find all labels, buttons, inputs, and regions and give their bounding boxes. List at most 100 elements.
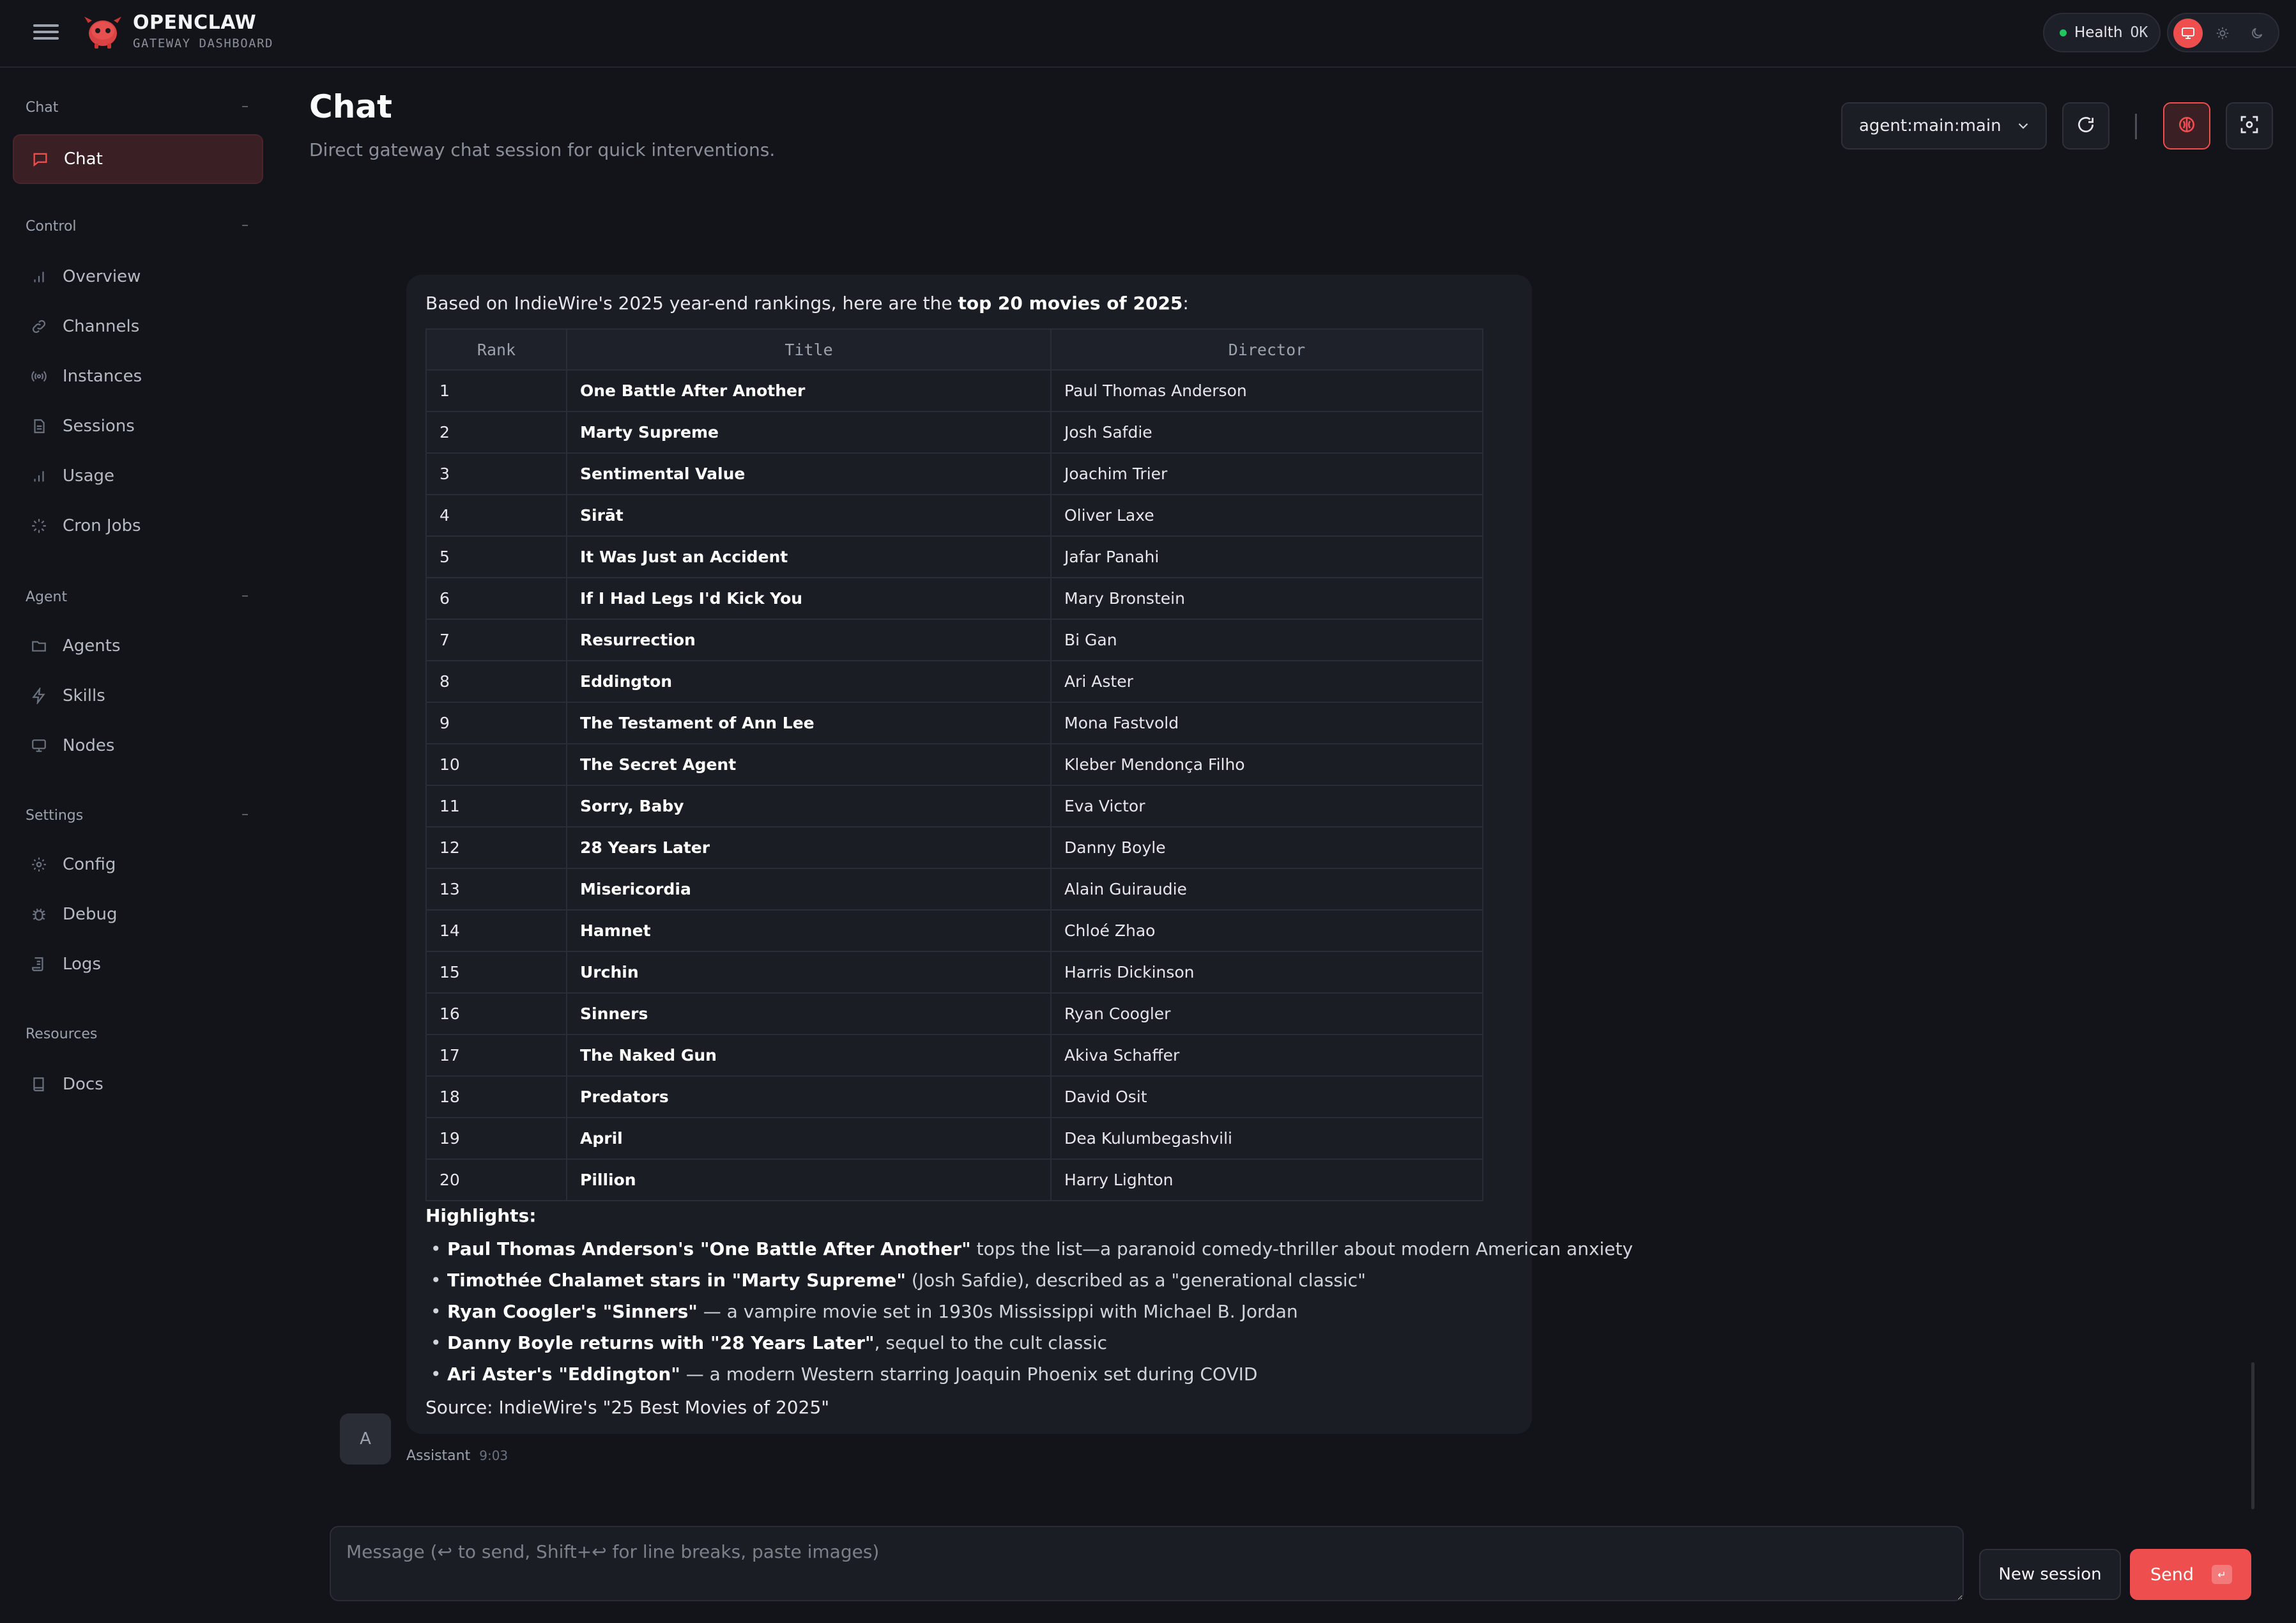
page-title: Chat — [309, 88, 392, 125]
sidebar-item-label: Nodes — [63, 736, 115, 755]
sidebar-item-config[interactable]: Config — [13, 840, 263, 889]
cell-director: Akiva Schaffer — [1050, 1034, 1483, 1077]
brain-toggle-button[interactable] — [2163, 102, 2210, 150]
cell-rank: 10 — [425, 743, 567, 786]
collapse-icon[interactable]: – — [241, 98, 249, 114]
top-bar: OPENCLAW GATEWAY DASHBOARD Health OK — [0, 0, 2296, 68]
sidebar-item-label: Docs — [63, 1075, 103, 1094]
sidebar-item-label: Instances — [63, 367, 142, 386]
table-row: 13 Misericordia Alain Guiraudie — [425, 868, 1483, 911]
section-title-agent: Agent — [26, 589, 68, 605]
cell-title: April — [566, 1117, 1052, 1160]
collapse-icon[interactable]: – — [241, 588, 249, 604]
openclaw-logo — [84, 17, 121, 49]
table-row: 18 Predators David Osit — [425, 1075, 1483, 1118]
sidebar-item-logs[interactable]: Logs — [13, 939, 263, 989]
sidebar-item-nodes[interactable]: Nodes — [13, 721, 263, 771]
section-title-resources: Resources — [26, 1026, 98, 1042]
cell-director: Ari Aster — [1050, 660, 1483, 703]
sun-icon[interactable] — [2208, 19, 2237, 48]
highlight-bold: Timothée Chalamet stars in "Marty Suprem… — [447, 1270, 907, 1291]
monitor-icon[interactable] — [2173, 19, 2203, 48]
cell-director: Harris Dickinson — [1050, 951, 1483, 994]
sender-name: Assistant — [406, 1448, 471, 1464]
cell-title: If I Had Legs I'd Kick You — [566, 577, 1052, 620]
cell-director: Mona Fastvold — [1050, 702, 1483, 744]
bolt-icon — [28, 685, 50, 707]
cell-director: Bi Gan — [1050, 619, 1483, 661]
sidebar-item-chat[interactable]: Chat — [13, 134, 263, 184]
message-meta: Assistant 9:03 — [406, 1448, 508, 1464]
cell-title: The Secret Agent — [566, 743, 1052, 786]
book-icon — [28, 1073, 50, 1095]
sidebar-item-agents[interactable]: Agents — [13, 621, 263, 671]
broadcast-icon — [28, 365, 50, 387]
sidebar-item-usage[interactable]: Usage — [13, 451, 263, 501]
table-header-row: Rank Title Director — [425, 328, 1483, 371]
cell-rank: 11 — [425, 785, 567, 827]
sidebar-item-sessions[interactable]: Sessions — [13, 401, 263, 451]
gear-icon — [28, 854, 50, 875]
health-dot-icon — [2060, 29, 2067, 36]
highlight-bold: Paul Thomas Anderson's "One Battle After… — [447, 1238, 971, 1259]
refresh-button[interactable] — [2062, 102, 2109, 150]
sidebar-item-debug[interactable]: Debug — [13, 889, 263, 939]
collapse-icon[interactable]: – — [241, 806, 249, 822]
new-session-button[interactable]: New session — [1979, 1549, 2121, 1600]
sidebar-item-docs[interactable]: Docs — [13, 1059, 263, 1109]
sidebar-item-label: Skills — [63, 686, 105, 705]
list-item: Danny Boyle returns with "28 Years Later… — [425, 1332, 1633, 1364]
table-row: 10 The Secret Agent Kleber Mendonça Filho — [425, 743, 1483, 786]
moon-icon[interactable] — [2242, 19, 2272, 48]
cell-rank: 9 — [425, 702, 567, 744]
sidebar-item-overview[interactable]: Overview — [13, 252, 263, 302]
sidebar-item-skills[interactable]: Skills — [13, 671, 263, 721]
table-row: 15 Urchin Harris Dickinson — [425, 951, 1483, 994]
sidebar-item-instances[interactable]: Instances — [13, 351, 263, 401]
sidebar-item-label: Logs — [63, 955, 101, 974]
cell-rank: 4 — [425, 494, 567, 537]
health-pill: Health OK — [2043, 13, 2161, 52]
focus-button[interactable] — [2226, 102, 2273, 150]
refresh-icon — [2076, 114, 2096, 137]
section-title-settings: Settings — [26, 808, 84, 824]
cell-title: 28 Years Later — [566, 826, 1052, 869]
scrollbar[interactable] — [2251, 1362, 2254, 1509]
session-select[interactable]: agent:main:main — [1841, 102, 2047, 150]
collapse-icon[interactable]: – — [241, 217, 249, 233]
send-button[interactable]: Send ↵ — [2130, 1549, 2251, 1600]
cell-title: The Naked Gun — [566, 1034, 1052, 1077]
scroll-icon — [28, 953, 50, 975]
cell-title: Sirāt — [566, 494, 1052, 537]
highlight-text: , sequel to the cult classic — [874, 1332, 1107, 1353]
message-input[interactable] — [330, 1526, 1964, 1601]
table-row: 14 Hamnet Chloé Zhao — [425, 909, 1483, 952]
table-row: 3 Sentimental Value Joachim Trier — [425, 452, 1483, 495]
cell-title: Eddington — [566, 660, 1052, 703]
cell-rank: 20 — [425, 1158, 567, 1201]
brand-subtitle: GATEWAY DASHBOARD — [133, 36, 273, 50]
highlights-heading: Highlights: — [425, 1205, 537, 1226]
sidebar-item-channels[interactable]: Channels — [13, 302, 263, 351]
menu-icon[interactable] — [33, 20, 59, 46]
table-row: 2 Marty Supreme Josh Safdie — [425, 411, 1483, 454]
cell-director: Paul Thomas Anderson — [1050, 369, 1483, 412]
sidebar-item-label: Config — [63, 855, 116, 874]
cell-director: Kleber Mendonça Filho — [1050, 743, 1483, 786]
cell-title: It Was Just an Accident — [566, 535, 1052, 578]
cell-rank: 14 — [425, 909, 567, 952]
sidebar-item-label: Agents — [63, 636, 121, 656]
assistant-message: Based on IndieWire's 2025 year-end ranki… — [406, 275, 1633, 1434]
list-item: Timothée Chalamet stars in "Marty Suprem… — [425, 1270, 1633, 1301]
cell-title: Sorry, Baby — [566, 785, 1052, 827]
cell-title: One Battle After Another — [566, 369, 1052, 412]
sidebar-item-cron-jobs[interactable]: Cron Jobs — [13, 501, 263, 551]
table-row: 9 The Testament of Ann Lee Mona Fastvold — [425, 702, 1483, 744]
cell-director: Josh Safdie — [1050, 411, 1483, 454]
sidebar-item-label: Sessions — [63, 417, 135, 436]
brand: OPENCLAW GATEWAY DASHBOARD — [133, 12, 273, 50]
monitor-icon — [28, 735, 50, 757]
cell-director: Mary Bronstein — [1050, 577, 1483, 620]
sidebar-item-label: Cron Jobs — [63, 516, 141, 535]
cell-title: Hamnet — [566, 909, 1052, 952]
